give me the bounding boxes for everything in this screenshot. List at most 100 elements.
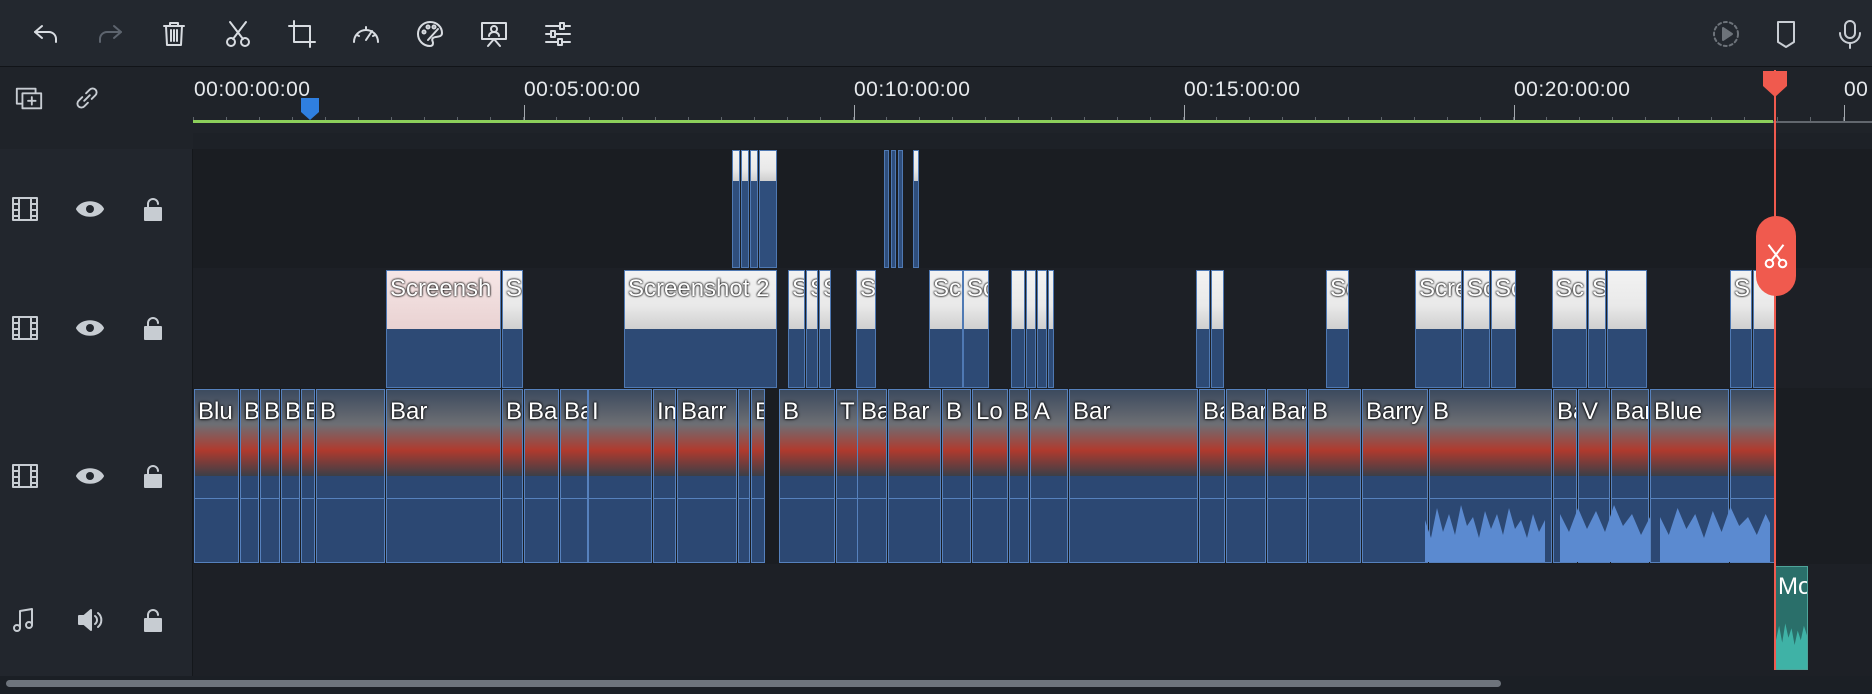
video-clip[interactable]: Blu [194, 389, 239, 563]
render-preview-button[interactable] [1706, 14, 1746, 54]
overlay-clip[interactable] [732, 150, 740, 268]
timeline-ruler[interactable]: 00:00:00:00 00:05:00:00 00:10:00:00 00:1… [193, 67, 1872, 133]
link-button[interactable] [70, 81, 104, 115]
timeline-marker[interactable] [299, 96, 321, 122]
overlay-clip[interactable] [759, 150, 777, 268]
eye-icon[interactable] [73, 311, 107, 345]
video-clip[interactable]: Ba [1199, 389, 1225, 563]
video-clip[interactable]: B [779, 389, 835, 563]
clip-label: S [1592, 275, 1605, 303]
render-preview-icon [1713, 21, 1739, 47]
split-at-playhead-button[interactable] [1756, 216, 1796, 296]
undo-button[interactable] [26, 14, 66, 54]
screenshot-clip[interactable]: Sc [1491, 270, 1516, 388]
add-track-button[interactable] [12, 81, 46, 115]
video-clip[interactable]: Bar [888, 389, 941, 563]
screenshot-clip[interactable]: Sc [856, 270, 876, 388]
screenshot-clip[interactable]: Scre [1415, 270, 1462, 388]
video-clip[interactable]: B [240, 389, 259, 563]
screenshot-clip[interactable]: Sc [1326, 270, 1349, 388]
scrollbar-thumb[interactable] [6, 680, 1501, 687]
screenshot-clip[interactable]: Screenshot 2 [624, 270, 777, 388]
screenshot-clip[interactable]: S [1730, 270, 1752, 388]
overlay-clip[interactable] [741, 150, 749, 268]
record-voiceover-button[interactable] [1830, 14, 1870, 54]
clip-label: Blue [1654, 398, 1703, 425]
redo-icon [99, 25, 122, 43]
screenshot-clip[interactable] [1211, 270, 1224, 388]
speaker-icon[interactable] [73, 603, 107, 637]
video-clip[interactable]: B [751, 389, 765, 563]
video-clip[interactable]: In [653, 389, 676, 563]
speed-button[interactable] [346, 14, 386, 54]
video-clip[interactable]: Bar [1226, 389, 1266, 563]
delete-button[interactable] [154, 14, 194, 54]
screenshot-clip[interactable]: Sc [1463, 270, 1490, 388]
video-clip[interactable]: B [260, 389, 280, 563]
video-clip[interactable]: B [502, 389, 523, 563]
screenshot-clip[interactable]: S [806, 270, 818, 388]
lock-icon[interactable] [136, 311, 170, 345]
lock-icon[interactable] [136, 192, 170, 226]
video-clip[interactable]: Barry Ha [301, 389, 315, 563]
video-clip[interactable]: Barr [677, 389, 737, 563]
track-audio-1[interactable] [193, 564, 1872, 676]
screenshot-clip[interactable]: Sc [929, 270, 963, 388]
split-button[interactable] [218, 14, 258, 54]
video-clip[interactable]: B [1308, 389, 1361, 563]
music-note-icon [6, 603, 40, 637]
screenshot-clip[interactable] [1048, 270, 1054, 388]
video-clip[interactable]: I [588, 389, 652, 563]
eye-icon[interactable] [73, 192, 107, 226]
clip-label: Ba [528, 398, 558, 425]
marker-button[interactable] [1766, 14, 1806, 54]
screenshot-clip[interactable] [1037, 270, 1047, 388]
video-clip[interactable]: Lo [972, 389, 1008, 563]
screenshot-clip[interactable]: Screensh [386, 270, 501, 388]
crop-button[interactable] [282, 14, 322, 54]
video-clip[interactable]: T [836, 389, 858, 563]
video-clip[interactable]: B [942, 389, 971, 563]
adjust-button[interactable] [538, 14, 578, 54]
screenshot-clip[interactable] [1011, 270, 1025, 388]
screenshot-clip[interactable] [1607, 270, 1647, 388]
video-clip[interactable]: Bar [386, 389, 501, 563]
overlay-clip[interactable] [898, 150, 903, 268]
screenshot-clip[interactable]: S [502, 270, 523, 388]
video-clip[interactable]: Barry Ha [1362, 389, 1428, 563]
screenshot-clip[interactable] [1196, 270, 1210, 388]
video-clip[interactable]: Barry H [560, 389, 588, 563]
screenshot-clip[interactable]: S [788, 270, 805, 388]
video-clip[interactable]: A [1030, 389, 1068, 563]
video-clip[interactable] [738, 389, 750, 563]
screenshot-clip[interactable]: Sc [1552, 270, 1587, 388]
lock-icon[interactable] [136, 603, 170, 637]
track-video-3[interactable] [193, 149, 1872, 268]
lock-icon[interactable] [136, 459, 170, 493]
color-button[interactable] [410, 14, 450, 54]
clip-label: Barry Ha [1013, 398, 1029, 425]
eye-icon[interactable] [73, 459, 107, 493]
video-clip[interactable]: Barr [857, 389, 887, 563]
video-clip[interactable]: B [316, 389, 385, 563]
screenshot-clip[interactable] [1026, 270, 1036, 388]
screenshot-clip[interactable]: Sc [963, 270, 989, 388]
screenshot-clip[interactable]: S [1588, 270, 1606, 388]
redo-button[interactable] [90, 14, 130, 54]
video-clip[interactable]: Bar [1267, 389, 1307, 563]
playhead-handle[interactable] [1762, 70, 1788, 98]
screenshot-clip[interactable]: S [819, 270, 831, 388]
video-clip[interactable]: Barry Ha [1009, 389, 1029, 563]
overlay-clip[interactable] [884, 150, 889, 268]
presentation-button[interactable] [474, 14, 514, 54]
video-clip[interactable]: Ba [524, 389, 559, 563]
video-clip[interactable]: Barry [281, 389, 300, 563]
overlay-clip[interactable] [750, 150, 758, 268]
clip-label: Bai [1557, 398, 1576, 425]
video-clip[interactable]: Bar [1069, 389, 1198, 563]
overlay-clip[interactable] [891, 150, 896, 268]
clip-label: I [592, 398, 599, 425]
overlay-clip[interactable] [913, 150, 919, 268]
clip-label: S [810, 275, 817, 303]
music-clip[interactable]: Mo [1775, 566, 1808, 670]
